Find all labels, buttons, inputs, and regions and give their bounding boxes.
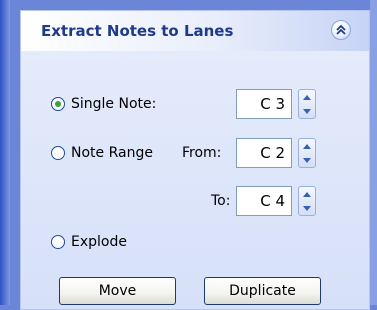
single-note-up-button[interactable] <box>299 90 315 104</box>
double-chevron-up-icon <box>336 24 346 35</box>
to-label: To: <box>211 193 231 209</box>
collapse-button[interactable] <box>331 20 351 40</box>
chevron-down-icon <box>303 205 311 211</box>
from-label: From: <box>182 145 222 161</box>
chevron-up-icon <box>303 191 311 197</box>
range-from-up-button[interactable] <box>299 139 315 153</box>
chevron-down-icon <box>303 108 311 114</box>
single-note-field[interactable] <box>236 89 292 119</box>
single-note-option[interactable]: Single Note: <box>51 96 156 112</box>
range-to-down-button[interactable] <box>299 201 315 215</box>
panel-body: Single Note: Note Range From: <box>21 51 369 309</box>
left-window-edge <box>0 0 10 305</box>
chevron-up-icon <box>303 94 311 100</box>
move-button[interactable]: Move <box>59 277 176 305</box>
chevron-down-icon <box>303 157 311 163</box>
note-range-radio[interactable] <box>51 146 65 160</box>
extract-notes-panel: Extract Notes to Lanes Single Note: N <box>20 10 370 310</box>
duplicate-button[interactable]: Duplicate <box>204 277 321 305</box>
explode-radio[interactable] <box>51 235 65 249</box>
range-from-field[interactable] <box>236 138 292 168</box>
single-note-stepper[interactable] <box>298 89 316 119</box>
range-from-down-button[interactable] <box>299 153 315 167</box>
single-note-radio[interactable] <box>51 97 65 111</box>
panel-header: Extract Notes to Lanes <box>21 11 369 51</box>
range-from-stepper[interactable] <box>298 138 316 168</box>
range-to-field[interactable] <box>236 186 292 216</box>
note-range-label: Note Range <box>71 145 153 161</box>
range-to-up-button[interactable] <box>299 187 315 201</box>
note-range-option[interactable]: Note Range <box>51 145 153 161</box>
panel-title: Extract Notes to Lanes <box>41 22 234 40</box>
single-note-down-button[interactable] <box>299 104 315 118</box>
right-window-edge <box>370 0 377 305</box>
chevron-up-icon <box>303 143 311 149</box>
single-note-label: Single Note: <box>71 96 157 112</box>
explode-option[interactable]: Explode <box>51 234 127 250</box>
explode-label: Explode <box>71 234 127 250</box>
range-to-stepper[interactable] <box>298 186 316 216</box>
